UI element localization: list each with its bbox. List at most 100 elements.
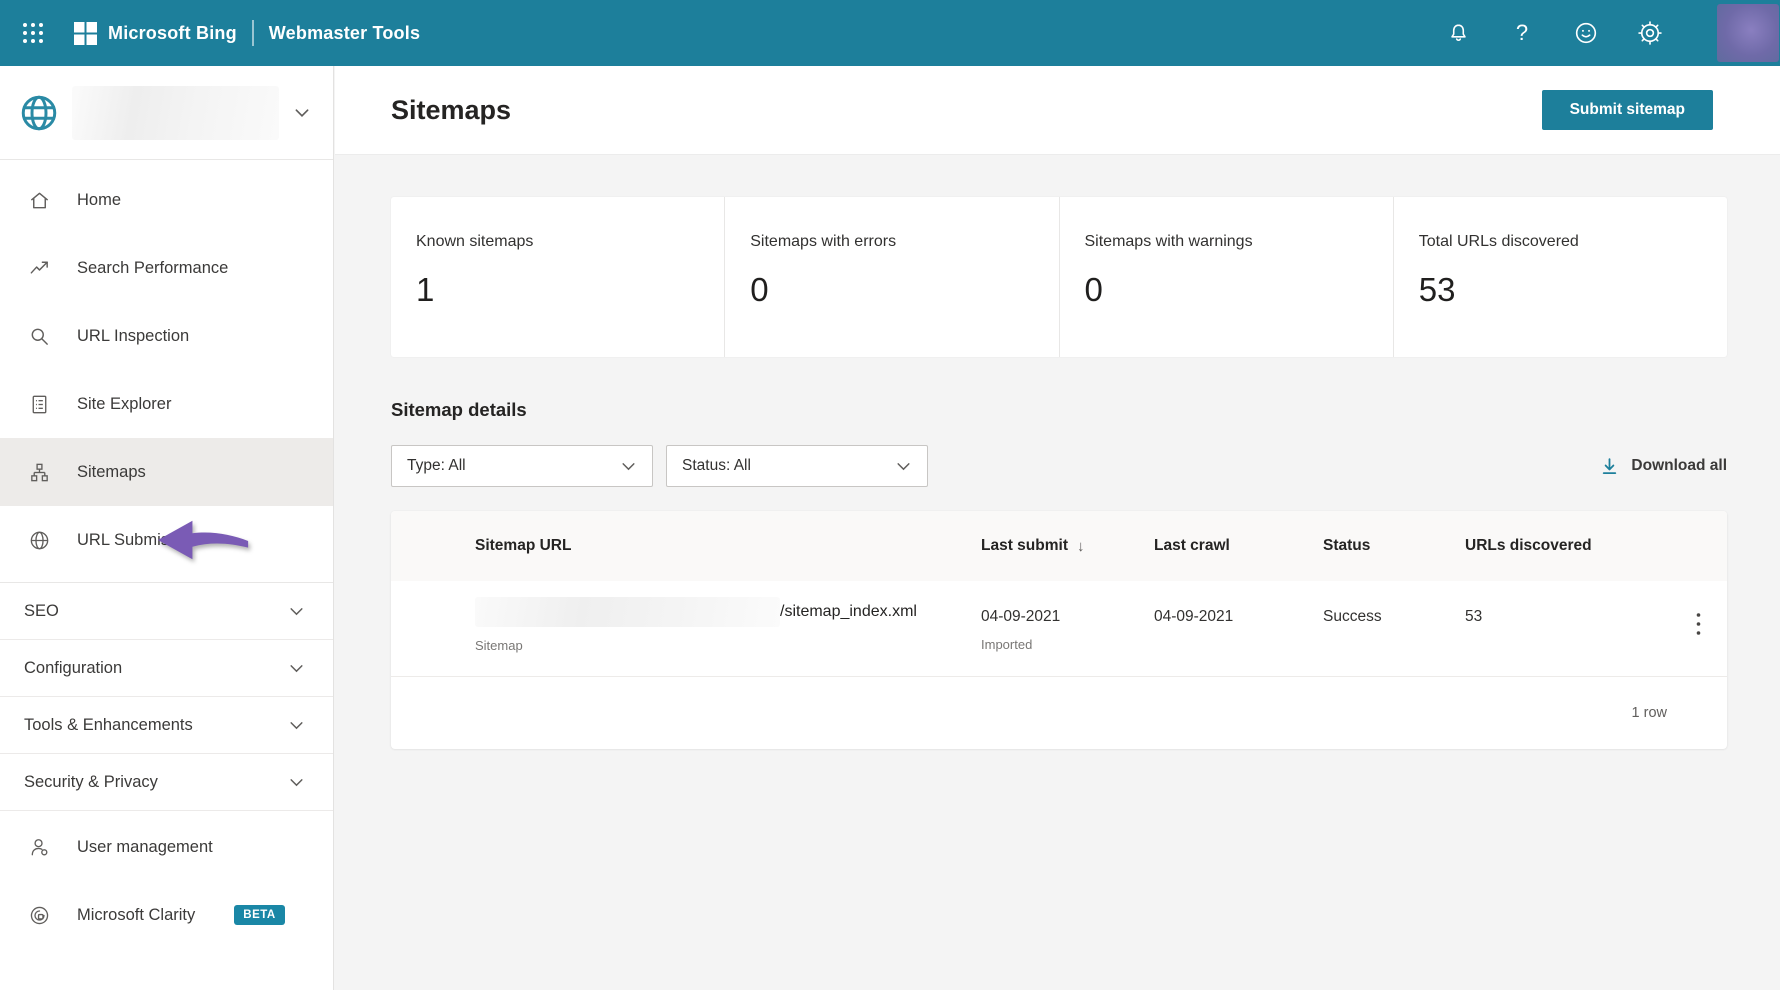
table-row[interactable]: /sitemap_index.xml Sitemap 04-09-2021 Im… bbox=[391, 581, 1727, 677]
download-all-label: Download all bbox=[1631, 457, 1727, 474]
help-icon[interactable]: ? bbox=[1509, 20, 1535, 46]
column-header-sitemap-url[interactable]: Sitemap URL bbox=[475, 537, 981, 555]
clarity-icon bbox=[30, 906, 49, 924]
row-actions-kebab-icon[interactable] bbox=[1696, 581, 1701, 636]
sidebar-item-label: Home bbox=[77, 190, 122, 209]
chevron-down-icon bbox=[290, 778, 303, 786]
product-title[interactable]: Webmaster Tools bbox=[269, 23, 420, 44]
stat-value: 0 bbox=[1084, 271, 1103, 308]
sidebar-item-search-performance[interactable]: Search Performance bbox=[0, 234, 333, 302]
sidebar-item-label: User management bbox=[77, 837, 213, 856]
chevron-down-icon bbox=[290, 607, 303, 615]
home-icon bbox=[30, 192, 49, 208]
chevron-down-icon bbox=[295, 108, 309, 117]
beta-badge: BETA bbox=[234, 905, 285, 925]
brand-divider bbox=[251, 20, 254, 46]
stat-value: 53 bbox=[1418, 271, 1456, 308]
chevron-down-icon bbox=[897, 462, 910, 470]
sidebar-item-url-inspection[interactable]: URL Inspection bbox=[0, 302, 333, 370]
submit-sitemap-button[interactable]: Submit sitemap bbox=[1541, 90, 1713, 130]
group-label: Security & Privacy bbox=[24, 772, 158, 791]
settings-gear-icon[interactable] bbox=[1637, 20, 1663, 46]
topbar-right: ? bbox=[1445, 4, 1780, 62]
sidebar-group-tools-enhancements[interactable]: Tools & Enhancements bbox=[0, 697, 333, 754]
cell-last-submit: 04-09-2021 Imported bbox=[981, 581, 1154, 652]
stat-label: Total URLs discovered bbox=[1418, 233, 1579, 250]
table-header-row: Sitemap URL Last submit ↓ Last crawl Sta… bbox=[391, 511, 1727, 581]
waffle-grid-icon bbox=[23, 23, 43, 43]
chevron-down-icon bbox=[290, 664, 303, 672]
page-title: Sitemaps bbox=[391, 94, 512, 125]
sidebar-item-site-explorer[interactable]: Site Explorer bbox=[0, 370, 333, 438]
profile-avatar[interactable] bbox=[1717, 4, 1779, 62]
sidebar-item-user-management[interactable]: User management bbox=[0, 813, 333, 881]
sidebar-nav: Home Search Performance URL Inspection S… bbox=[0, 66, 334, 990]
table-footer: 1 row bbox=[391, 677, 1727, 749]
cell-urls-discovered: 53 bbox=[1465, 608, 1483, 625]
group-label: SEO bbox=[24, 601, 59, 620]
topbar-left: Microsoft Bing Webmaster Tools bbox=[0, 18, 420, 48]
sidebar-item-label: Search Performance bbox=[77, 258, 229, 277]
sidebar-primary-nav: Home Search Performance URL Inspection S… bbox=[0, 160, 333, 574]
url-redacted-blur bbox=[475, 597, 780, 627]
sidebar-item-label: Site Explorer bbox=[77, 394, 172, 413]
stat-card-sitemaps-with-warnings: Sitemaps with warnings 0 bbox=[1058, 197, 1393, 357]
stats-strip: Known sitemaps 1 Sitemaps with errors 0 … bbox=[391, 197, 1727, 357]
microsoft-logo-icon bbox=[74, 21, 97, 45]
sitemap-details-heading: Sitemap details bbox=[391, 399, 527, 420]
sidebar-item-microsoft-clarity[interactable]: Microsoft Clarity BETA bbox=[0, 881, 333, 949]
column-header-urls-discovered[interactable]: URLs discovered bbox=[1465, 537, 1696, 555]
stat-label: Known sitemaps bbox=[416, 233, 534, 250]
help-glyph: ? bbox=[1515, 20, 1529, 45]
url-suffix[interactable]: /sitemap_index.xml bbox=[780, 603, 917, 621]
sidebar-item-sitemaps[interactable]: Sitemaps bbox=[0, 438, 333, 506]
status-filter-value: Status: All bbox=[682, 457, 751, 474]
stat-label: Sitemaps with errors bbox=[750, 233, 897, 250]
stat-card-sitemaps-with-errors: Sitemaps with errors 0 bbox=[724, 197, 1059, 357]
download-icon bbox=[1603, 457, 1617, 474]
user-icon bbox=[31, 838, 48, 855]
stat-value: 1 bbox=[416, 271, 435, 308]
sidebar-group-seo[interactable]: SEO bbox=[0, 583, 333, 640]
sidebar-item-url-submission[interactable]: URL Submission bbox=[0, 506, 333, 574]
sidebar-item-label: URL Submission bbox=[77, 530, 200, 549]
page-header: Sitemaps Submit sitemap bbox=[335, 66, 1780, 155]
stat-value: 0 bbox=[750, 271, 769, 308]
magnifier-icon bbox=[31, 328, 48, 345]
last-submit-date: 04-09-2021 bbox=[981, 608, 1061, 625]
globe-icon bbox=[21, 95, 57, 130]
sidebar-bottom: User management Microsoft Clarity BETA bbox=[0, 813, 333, 949]
column-header-last-crawl[interactable]: Last crawl bbox=[1154, 537, 1323, 555]
sitemap-type-label: Sitemap bbox=[475, 638, 523, 653]
trend-up-icon bbox=[30, 261, 48, 274]
group-label: Tools & Enhancements bbox=[24, 715, 193, 734]
site-selector[interactable] bbox=[0, 66, 333, 160]
status-filter-dropdown[interactable]: Status: All bbox=[666, 445, 928, 487]
feedback-smiley-icon[interactable] bbox=[1573, 20, 1599, 46]
sidebar-item-label: URL Inspection bbox=[77, 326, 190, 345]
cell-sitemap-url: /sitemap_index.xml Sitemap bbox=[475, 581, 981, 653]
column-header-last-submit[interactable]: Last submit ↓ bbox=[981, 537, 1154, 555]
cell-status: Success bbox=[1323, 608, 1382, 625]
sitemaps-table: Sitemap URL Last submit ↓ Last crawl Sta… bbox=[391, 511, 1727, 749]
brand-title[interactable]: Microsoft Bing bbox=[108, 23, 237, 44]
sidebar-item-home[interactable]: Home bbox=[0, 166, 333, 234]
type-filter-dropdown[interactable]: Type: All bbox=[391, 445, 653, 487]
group-label: Configuration bbox=[24, 658, 123, 677]
column-header-status[interactable]: Status bbox=[1323, 537, 1465, 555]
stat-card-known-sitemaps: Known sitemaps 1 bbox=[391, 197, 725, 357]
sitemap-tree-icon bbox=[31, 463, 48, 481]
app-launcher-icon[interactable] bbox=[18, 18, 48, 48]
notifications-bell-icon[interactable] bbox=[1445, 20, 1471, 46]
chevron-down-icon bbox=[290, 721, 303, 729]
page-content: Known sitemaps 1 Sitemaps with errors 0 … bbox=[335, 155, 1780, 749]
cell-last-crawl: 04-09-2021 bbox=[1154, 608, 1234, 625]
sidebar-group-security-privacy[interactable]: Security & Privacy bbox=[0, 754, 333, 811]
submit-method-label: Imported bbox=[981, 637, 1033, 652]
site-name-redacted bbox=[72, 85, 279, 140]
document-list-icon bbox=[32, 395, 47, 413]
sidebar-group-configuration[interactable]: Configuration bbox=[0, 640, 333, 697]
stat-card-total-urls-discovered: Total URLs discovered 53 bbox=[1392, 197, 1727, 357]
download-all-button[interactable]: Download all bbox=[1599, 456, 1727, 477]
sidebar-item-label: Microsoft Clarity bbox=[77, 905, 196, 924]
